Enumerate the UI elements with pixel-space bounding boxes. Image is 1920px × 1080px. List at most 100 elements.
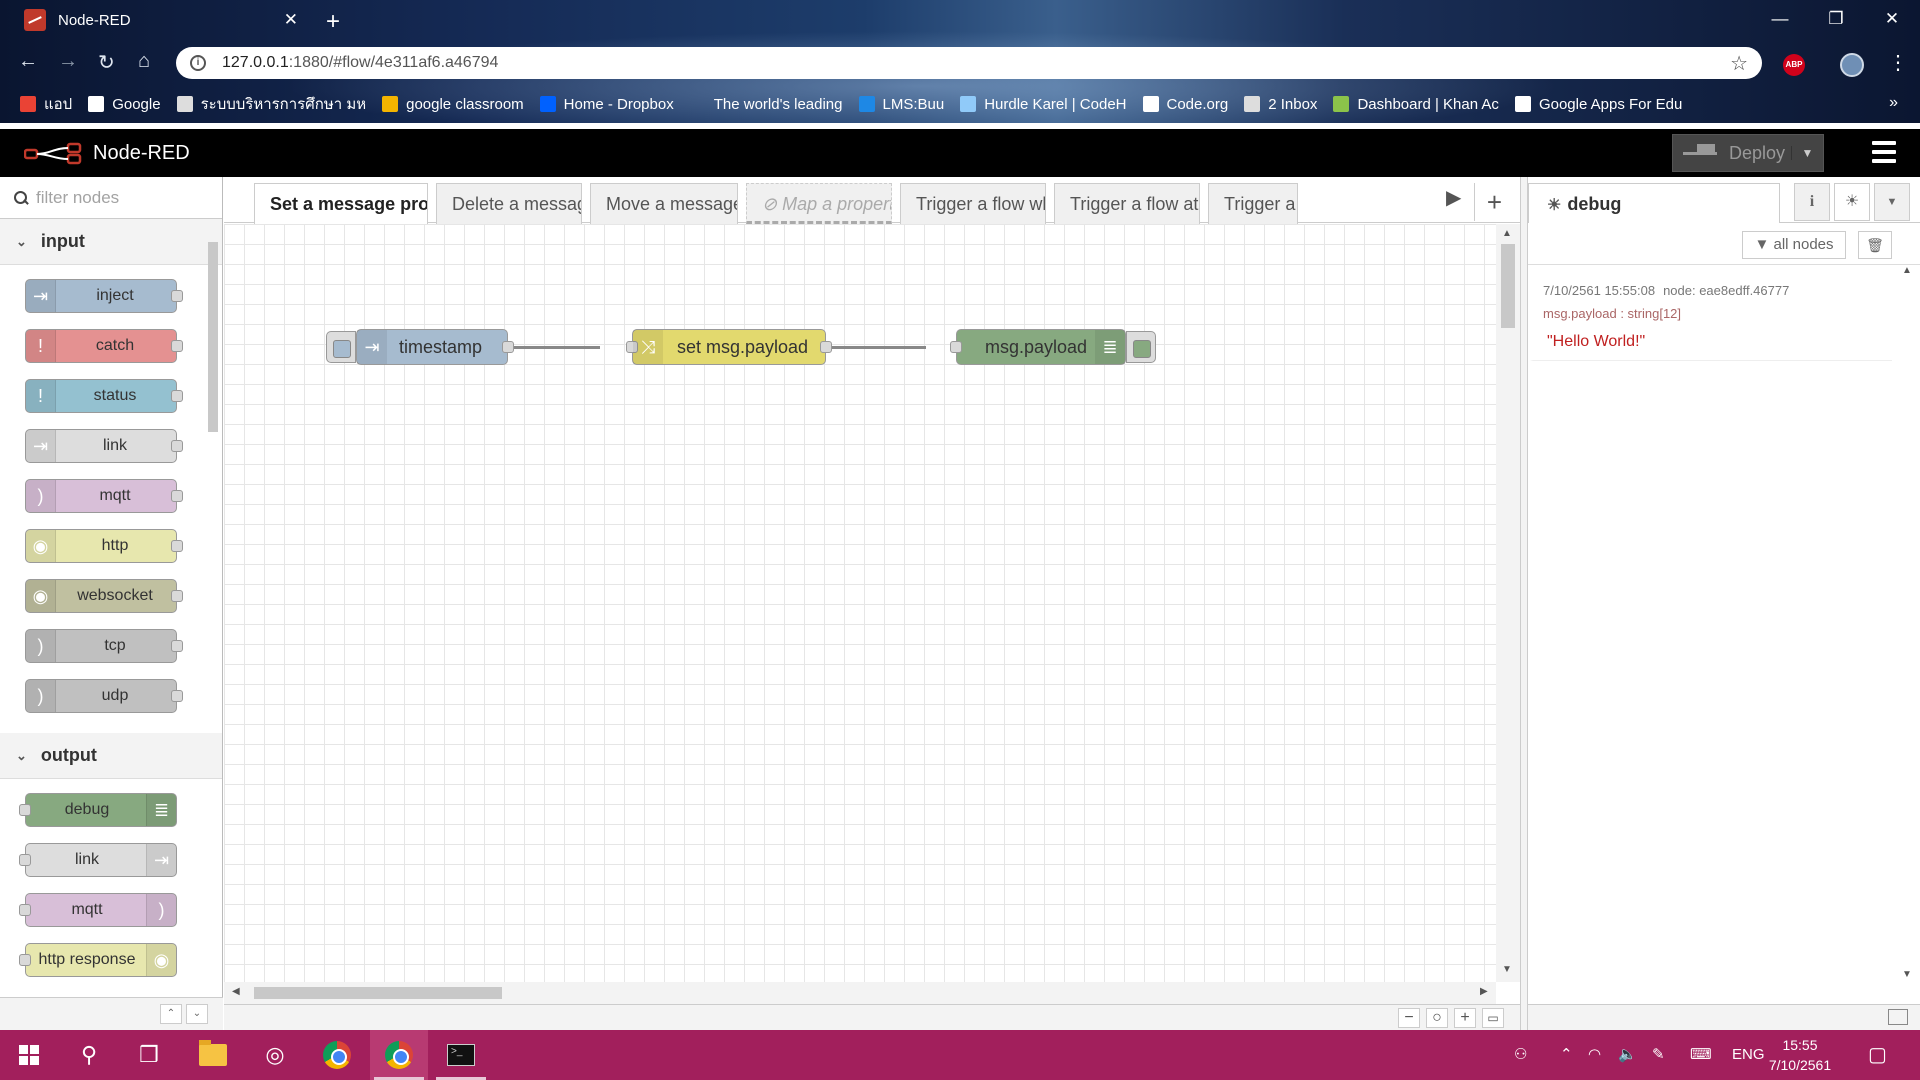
flow-tab[interactable]: Move a message property [590,183,738,224]
new-tab-button[interactable]: + [326,8,340,36]
palette-node-mqtt[interactable]: ) mqtt [25,479,183,513]
flow-node-msg-payload[interactable]: msg.payload ≣ [950,329,1126,365]
clear-messages-button[interactable]: 🗑 [1858,231,1892,259]
file-explorer-icon[interactable] [184,1030,242,1080]
adblock-plus-icon[interactable]: ABP [1783,54,1805,76]
bookmark-item[interactable]: แอป [20,92,72,116]
tray-expand-icon[interactable]: ⌃ [1560,1030,1573,1080]
zoom-reset-icon[interactable]: ○ [1426,1008,1448,1028]
output-port[interactable] [820,341,832,353]
bookmark-item[interactable]: Hurdle Karel | CodeH [960,96,1127,113]
canvas-horizontal-scrollbar[interactable]: ◀ ▶ [224,982,1496,1004]
palette-node-udp[interactable]: ) udp [25,679,183,713]
input-port[interactable] [950,341,962,353]
flow-tab[interactable]: Trigger a flow whenever Node-RED starts [900,183,1046,224]
bookmark-item[interactable]: google classroom [382,96,524,113]
close-window-button[interactable]: ✕ [1864,0,1920,40]
info-tab-icon[interactable]: i [1794,183,1830,221]
debug-toggle-button[interactable] [1126,331,1156,363]
debug-message-node-id[interactable]: node: eae8edff.46777 [1663,283,1789,298]
restore-button[interactable]: ❐ [1808,0,1864,40]
url-bar[interactable]: i 127.0.0.1:1880/#flow/4e311af6.a46794 ☆ [176,47,1762,79]
palette-node-mqtt[interactable]: ) mqtt [19,893,177,927]
bookmark-item[interactable]: Dashboard | Khan Ac [1333,96,1499,113]
filter-nodes-input[interactable] [36,187,216,208]
flow-tab[interactable]: Delete a message property [436,183,582,224]
sidebar-separator[interactable] [1520,177,1528,1030]
palette-category-output[interactable]: ⌄ output [0,733,222,779]
inject-trigger-button[interactable] [326,331,356,363]
home-icon[interactable]: ⌂ [138,50,150,73]
reload-icon[interactable]: ↻ [98,50,115,75]
chrome-icon[interactable] [308,1030,366,1080]
network-icon[interactable]: ◠ [1588,1030,1601,1080]
bookmark-item[interactable]: LMS:Buu [858,96,944,113]
palette-node-inject[interactable]: ⇥ inject [25,279,183,313]
browser-menu-icon[interactable]: ⋮ [1888,50,1908,75]
flow-tab[interactable]: Trigger a flow at a specific time [1208,183,1298,224]
palette-node-http-response[interactable]: ◉ http response [19,943,177,977]
bookmark-item[interactable]: ระบบบริหารการศึกษา มห [176,92,366,116]
flow-node-set-msg-payload[interactable]: ⤨ set msg.payload [626,329,832,365]
canvas-vertical-scrollbar[interactable]: ▲ ▼ [1496,224,1520,982]
back-arrow-icon[interactable]: ← [18,50,38,73]
notifications-icon[interactable]: ▢ [1868,1030,1887,1080]
flow-tab[interactable]: Trigger a flow at regular intervals [1054,183,1200,224]
zoom-out-icon[interactable]: − [1398,1008,1420,1028]
chrome-active-icon[interactable] [370,1030,428,1080]
flow-tab[interactable]: Set a message property to a fixed value [254,183,428,225]
bookmark-item[interactable]: Google [88,96,161,113]
palette-node-http[interactable]: ◉ http [25,529,183,563]
palette-node-catch[interactable]: ! catch [25,329,183,363]
bookmark-item[interactable]: Home - Dropbox [539,96,674,113]
people-icon[interactable]: ⚇ [1514,1030,1527,1080]
media-app-icon[interactable]: ◎ [246,1030,304,1080]
forward-arrow-icon[interactable]: → [58,50,78,73]
start-button[interactable] [0,1030,58,1080]
navigator-icon[interactable]: ▭ [1482,1008,1504,1028]
bookmark-item[interactable]: 2 Inbox [1244,96,1317,113]
close-tab-icon[interactable]: ✕ [284,10,298,30]
tab-scroll-right-icon[interactable]: ▶ [1446,185,1461,210]
profile-avatar[interactable] [1840,53,1864,77]
wire-change-to-debug[interactable] [826,346,926,349]
bookmark-item[interactable]: Google Apps For Edu [1514,96,1682,113]
sidebar-scrollbar[interactable]: ▲ ▼ [1896,265,1920,985]
debug-message[interactable]: 7/10/2561 15:55:08 node: eae8edff.46777 m… [1530,273,1892,361]
sidebar-menu-caret-icon[interactable]: ▼ [1874,183,1910,221]
keyboard-icon[interactable]: ⌨ [1690,1030,1712,1080]
bookmark-item[interactable]: The world's leading [690,96,843,113]
flow-tab[interactable]: ⊘ Map a property between different numer… [746,183,892,224]
deploy-dropdown-caret-icon[interactable]: ▼ [1791,146,1823,160]
palette-node-tcp[interactable]: ) tcp [25,629,183,663]
url-text[interactable]: 127.0.0.1:1880/#flow/4e311af6.a46794 [222,54,498,72]
palette-node-websocket[interactable]: ◉ websocket [25,579,183,613]
hamburger-menu-icon[interactable] [1872,141,1896,163]
volume-icon[interactable]: 🔈 [1618,1030,1637,1080]
palette-scrollbar[interactable] [206,227,220,1017]
tab-debug[interactable]: ☀ debug [1528,183,1780,224]
terminal-icon[interactable]: >_ [432,1030,490,1080]
clock[interactable]: 15:55 7/10/2561 [1760,1035,1840,1075]
browser-tab[interactable]: Node-RED ✕ [8,0,308,40]
deploy-button[interactable]: Deploy ▼ [1672,134,1824,172]
add-flow-tab-button[interactable]: + [1474,183,1514,221]
bookmark-star-icon[interactable]: ☆ [1730,51,1748,76]
palette-category-input[interactable]: ⌄ input [0,219,222,265]
pen-icon[interactable]: ✎ [1652,1030,1665,1080]
palette-node-link[interactable]: ⇥ link [25,429,183,463]
debug-tab-icon[interactable]: ☀ [1834,183,1870,221]
collapse-all-icon[interactable]: ⌃ [160,1004,182,1024]
palette-node-status[interactable]: ! status [25,379,183,413]
bookmark-item[interactable]: Code.org [1142,96,1228,113]
popout-icon[interactable] [1888,1009,1908,1025]
palette-node-link[interactable]: ⇥ link [19,843,177,877]
output-port[interactable] [502,341,514,353]
zoom-in-icon[interactable]: + [1454,1008,1476,1028]
wire-timestamp-to-change[interactable] [508,346,600,349]
search-taskbar-icon[interactable]: ⚲ [60,1030,118,1080]
task-view-icon[interactable]: ❒ [120,1030,178,1080]
minimize-button[interactable]: — [1752,0,1808,40]
site-info-icon[interactable]: i [190,55,206,71]
filter-all-nodes-button[interactable]: ▼ all nodes [1742,231,1846,259]
